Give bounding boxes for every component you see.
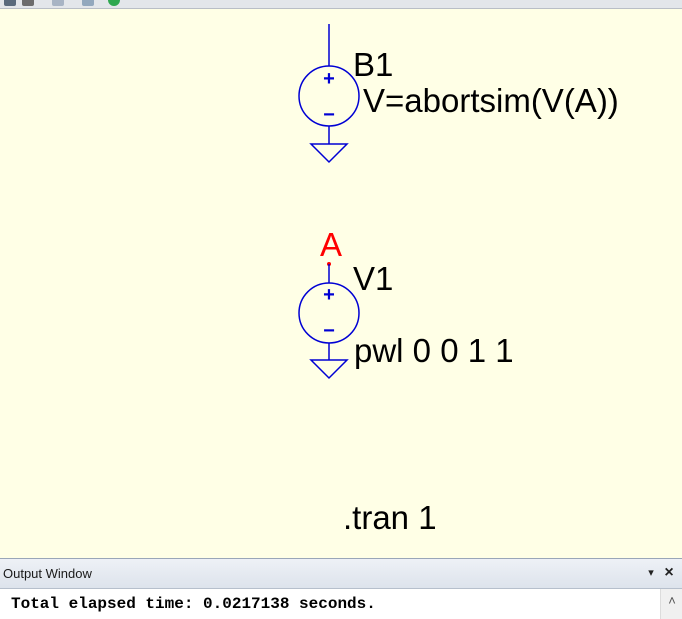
toolbar bbox=[0, 0, 682, 9]
output-window-body[interactable]: Total elapsed time: 0.0217138 seconds. bbox=[0, 589, 660, 619]
close-icon[interactable]: × bbox=[661, 564, 677, 582]
settings-icon[interactable] bbox=[82, 0, 94, 6]
b1-plus-sign: + bbox=[323, 68, 335, 90]
b1-minus-sign: − bbox=[323, 104, 335, 126]
output-window-title: Output Window bbox=[3, 566, 92, 581]
v1-value[interactable]: pwl 0 0 1 1 bbox=[354, 332, 514, 369]
output-log-text: Total elapsed time: 0.0217138 seconds. bbox=[11, 595, 376, 613]
v1-plus-sign: + bbox=[323, 284, 335, 306]
output-window-header: Output Window ▾ × bbox=[0, 559, 682, 589]
net-label-a[interactable]: A bbox=[320, 226, 342, 263]
schematic-canvas[interactable]: + − B1 V=abortsim(V(A)) A + − V1 pwl 0 0… bbox=[0, 9, 682, 558]
tran-directive[interactable]: .tran 1 bbox=[343, 499, 437, 536]
b1-ground-symbol bbox=[309, 143, 349, 164]
copy-icon[interactable] bbox=[22, 0, 34, 6]
dropdown-arrow-icon[interactable]: ▾ bbox=[644, 565, 658, 581]
b1-source[interactable]: + − B1 V=abortsim(V(A)) bbox=[298, 24, 619, 164]
v1-minus-sign: − bbox=[323, 320, 335, 342]
run-icon[interactable] bbox=[108, 0, 120, 6]
v1-source[interactable]: + − V1 pwl 0 0 1 1 bbox=[298, 260, 514, 380]
output-window: Output Window ▾ × Total elapsed time: 0.… bbox=[0, 558, 682, 619]
v1-instance-name[interactable]: V1 bbox=[353, 260, 393, 297]
output-scrollbar[interactable]: ˄ bbox=[660, 589, 682, 619]
scroll-up-icon[interactable]: ˄ bbox=[661, 591, 682, 611]
cut-icon[interactable] bbox=[4, 0, 16, 6]
v1-ground-symbol bbox=[309, 359, 349, 380]
paste-icon[interactable] bbox=[52, 0, 64, 6]
b1-instance-name[interactable]: B1 bbox=[353, 46, 393, 83]
b1-value[interactable]: V=abortsim(V(A)) bbox=[363, 82, 619, 119]
